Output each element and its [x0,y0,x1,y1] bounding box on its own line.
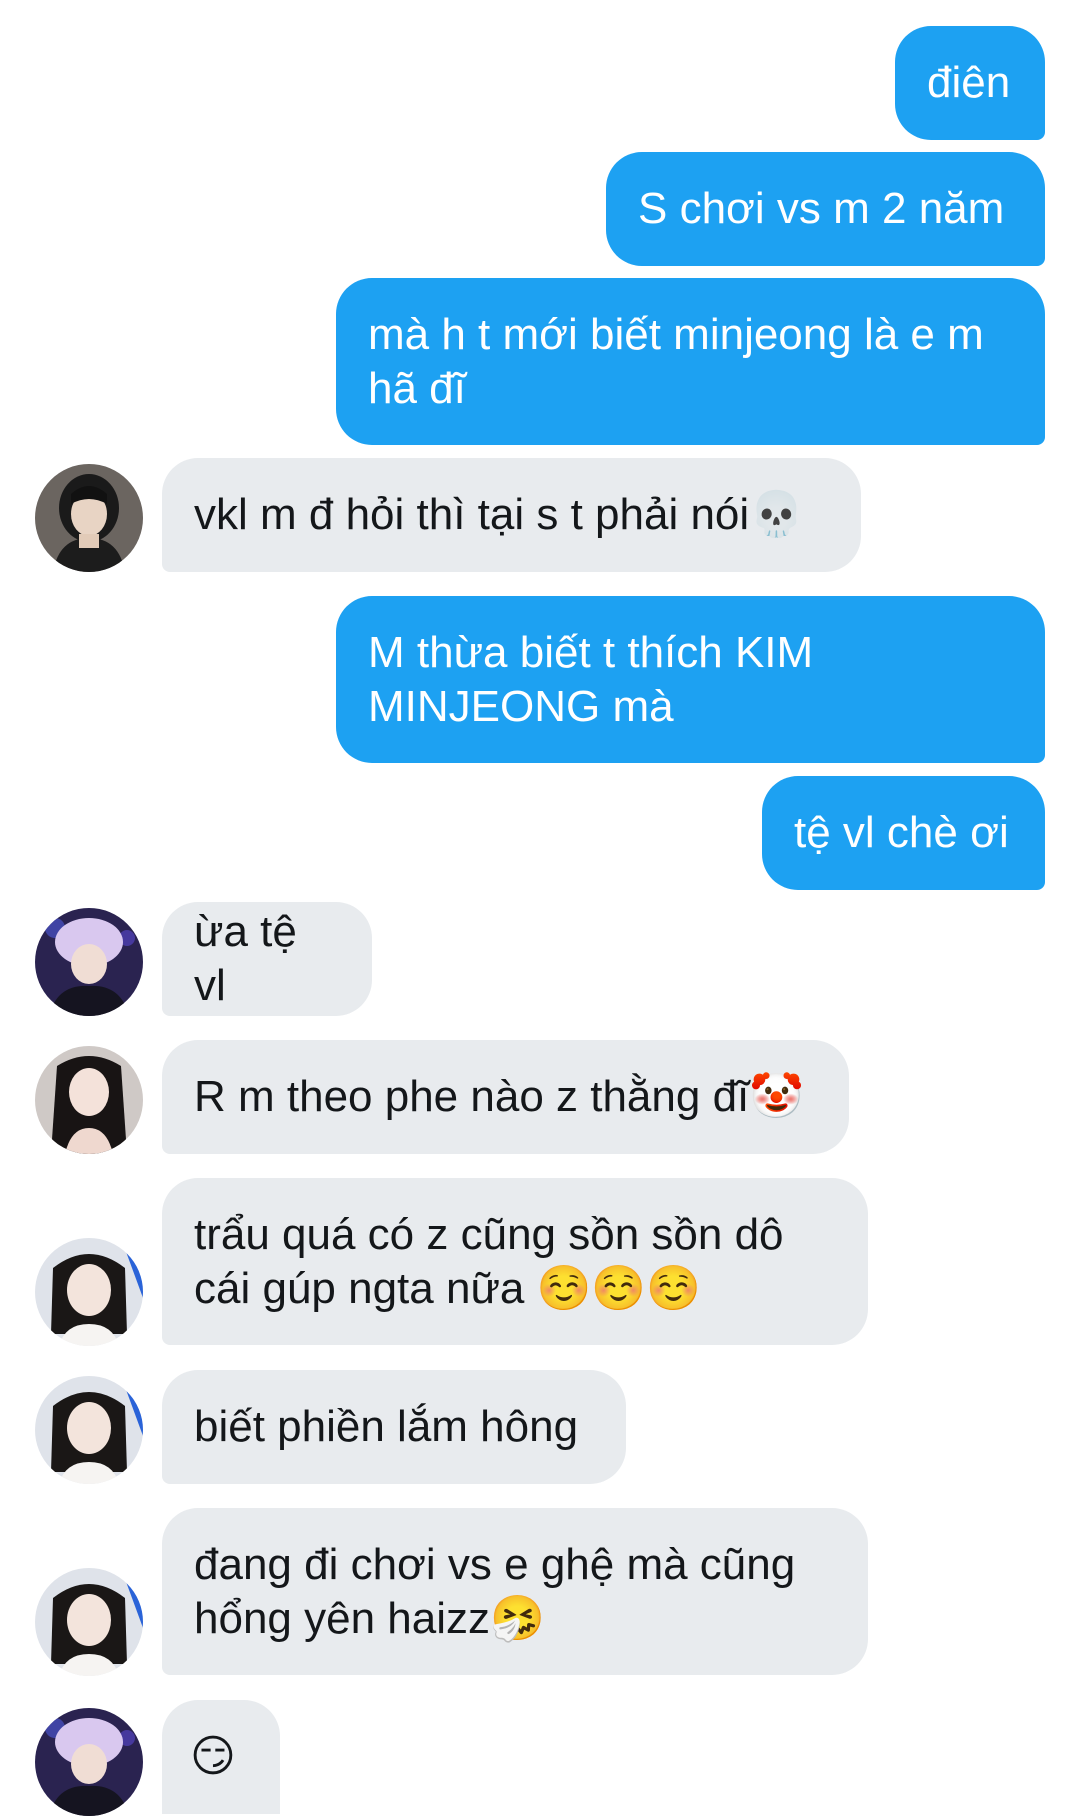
message-text: ừa tệ vl [194,907,310,1010]
avatar[interactable] [35,1376,143,1484]
outgoing-message[interactable]: mà h t mới biết minjeong là e m hã đĩ [336,278,1045,445]
message-text: R m theo phe nào z thằng đĩ🤡 [194,1072,805,1121]
avatar[interactable] [35,464,143,572]
message-text: mà h t mới biết minjeong là e m hã đĩ [368,309,996,413]
chat-thread: điên S chơi vs m 2 năm mà h t mới biết m… [0,0,1080,1816]
avatar-2-image [35,908,143,1016]
avatar[interactable] [35,908,143,1016]
message-text: 😏 [190,1732,236,1781]
avatar-2-image [35,1708,143,1816]
message-text: đang đi chơi vs e ghệ mà cũng hổng yên h… [194,1539,808,1643]
outgoing-message[interactable]: điên [895,26,1045,140]
message-text: tệ vl chè ơi [794,808,1009,857]
avatar-1-image [35,464,143,572]
incoming-message[interactable]: biết phiền lắm hông [162,1370,626,1484]
incoming-message[interactable]: 😏 [162,1700,280,1814]
avatar[interactable] [35,1568,143,1676]
avatar-4-image [35,1376,143,1484]
incoming-message[interactable]: ừa tệ vl [162,902,372,1016]
outgoing-message[interactable]: tệ vl chè ơi [762,776,1045,890]
avatar[interactable] [35,1708,143,1816]
message-text: M thừa biết t thích KIM MINJEONG mà [368,627,826,731]
avatar-3-image [35,1046,143,1154]
avatar-4-image [35,1238,143,1346]
avatar-4-image [35,1568,143,1676]
message-text: biết phiền lắm hông [194,1402,579,1451]
incoming-message[interactable]: đang đi chơi vs e ghệ mà cũng hổng yên h… [162,1508,868,1675]
avatar[interactable] [35,1238,143,1346]
message-text: vkl m đ hỏi thì tại s t phải nói💀 [194,490,804,539]
outgoing-message[interactable]: M thừa biết t thích KIM MINJEONG mà [336,596,1045,763]
incoming-message[interactable]: R m theo phe nào z thằng đĩ🤡 [162,1040,849,1154]
incoming-message[interactable]: vkl m đ hỏi thì tại s t phải nói💀 [162,458,861,572]
message-text: S chơi vs m 2 năm [638,184,1005,233]
message-text: điên [927,58,1011,107]
incoming-message[interactable]: trẩu quá có z cũng sồn sồn dô cái gúp ng… [162,1178,868,1345]
outgoing-message[interactable]: S chơi vs m 2 năm [606,152,1045,266]
avatar[interactable] [35,1046,143,1154]
message-text: trẩu quá có z cũng sồn sồn dô cái gúp ng… [194,1209,796,1313]
